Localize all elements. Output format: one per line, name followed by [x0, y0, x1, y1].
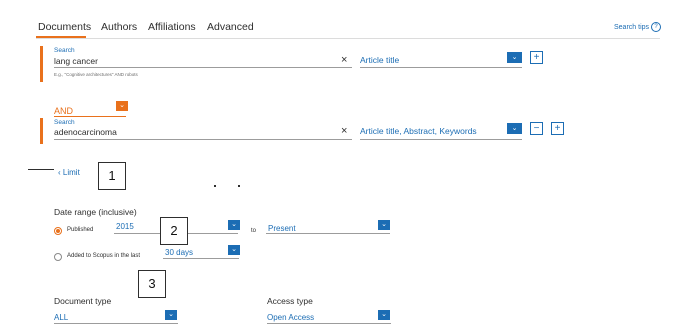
search-tips-link[interactable]: Search tips [614, 24, 649, 31]
boolean-operator-select[interactable]: AND [54, 106, 73, 116]
search-1-field-select[interactable]: Article title [360, 55, 399, 65]
add-row-button[interactable]: + [551, 122, 564, 135]
clear-search-2-icon[interactable]: × [341, 126, 347, 137]
remove-row-button[interactable]: − [530, 122, 543, 135]
limit-toggle[interactable]: ‹ Limit [58, 168, 80, 177]
access-type-heading: Access type [267, 296, 313, 306]
artifact-dot [238, 185, 240, 187]
chevron-left-icon: ‹ [58, 168, 61, 177]
tabs-divider [36, 38, 660, 39]
published-to-underline [266, 233, 390, 234]
chevron-down-icon[interactable]: ⌄ [378, 310, 390, 320]
search-row-1-marker [40, 46, 43, 82]
access-type-underline [267, 323, 391, 324]
search-2-field-select[interactable]: Article title, Abstract, Keywords [360, 126, 477, 136]
added-to-scopus-label: Added to Scopus in the last [67, 253, 141, 259]
tab-documents[interactable]: Documents [38, 21, 91, 33]
limit-label: Limit [62, 168, 80, 177]
published-to-select[interactable]: Present [268, 224, 296, 233]
date-range-heading: Date range (inclusive) [54, 207, 137, 217]
search-2-field-underline [360, 139, 522, 140]
search-2-label: Search [54, 119, 75, 126]
add-row-button[interactable]: + [530, 51, 543, 64]
chevron-down-icon[interactable]: ⌄ [228, 220, 240, 230]
tab-affiliations[interactable]: Affiliations [148, 21, 196, 33]
to-label: to [251, 228, 257, 234]
document-type-heading: Document type [54, 296, 112, 306]
callout-3: 3 [138, 270, 166, 298]
artifact-dot [214, 185, 216, 187]
operator-underline [54, 116, 126, 117]
annotation-line [28, 169, 54, 170]
chevron-down-icon[interactable]: ⌄ [228, 245, 240, 255]
search-row-2-marker [40, 118, 43, 144]
search-1-field-underline [360, 67, 522, 68]
search-1-underline [54, 67, 352, 68]
published-label: Published [67, 227, 94, 233]
clear-search-1-icon[interactable]: × [341, 55, 347, 66]
tab-advanced[interactable]: Advanced [207, 21, 254, 33]
chevron-down-icon[interactable]: ⌄ [165, 310, 177, 320]
callout-1: 1 [98, 162, 126, 190]
added-to-scopus-radio[interactable] [54, 253, 62, 261]
active-tab-indicator [36, 36, 86, 38]
document-type-select[interactable]: ALL [54, 313, 68, 322]
document-type-underline [54, 323, 178, 324]
added-days-underline [163, 258, 239, 259]
search-2-underline [54, 139, 352, 140]
added-days-select[interactable]: 30 days [165, 248, 193, 257]
chevron-down-icon[interactable]: ⌄ [116, 101, 128, 111]
published-from-select[interactable]: 2015 [116, 222, 134, 231]
tab-authors[interactable]: Authors [101, 21, 137, 33]
chevron-down-icon[interactable]: ⌄ [507, 123, 522, 134]
search-2-input[interactable]: adenocarcinoma [54, 127, 117, 137]
published-radio[interactable] [54, 227, 62, 235]
search-1-input[interactable]: lang cancer [54, 56, 98, 66]
search-1-label: Search [54, 47, 75, 54]
chevron-down-icon[interactable]: ⌄ [507, 52, 522, 63]
callout-2: 2 [160, 217, 188, 245]
chevron-down-icon[interactable]: ⌄ [378, 220, 390, 230]
search-1-hint: E.g., "Cognitive architectures" AND robo… [54, 72, 138, 77]
help-circle-icon[interactable]: ? [651, 22, 661, 32]
access-type-select[interactable]: Open Access [267, 313, 314, 322]
